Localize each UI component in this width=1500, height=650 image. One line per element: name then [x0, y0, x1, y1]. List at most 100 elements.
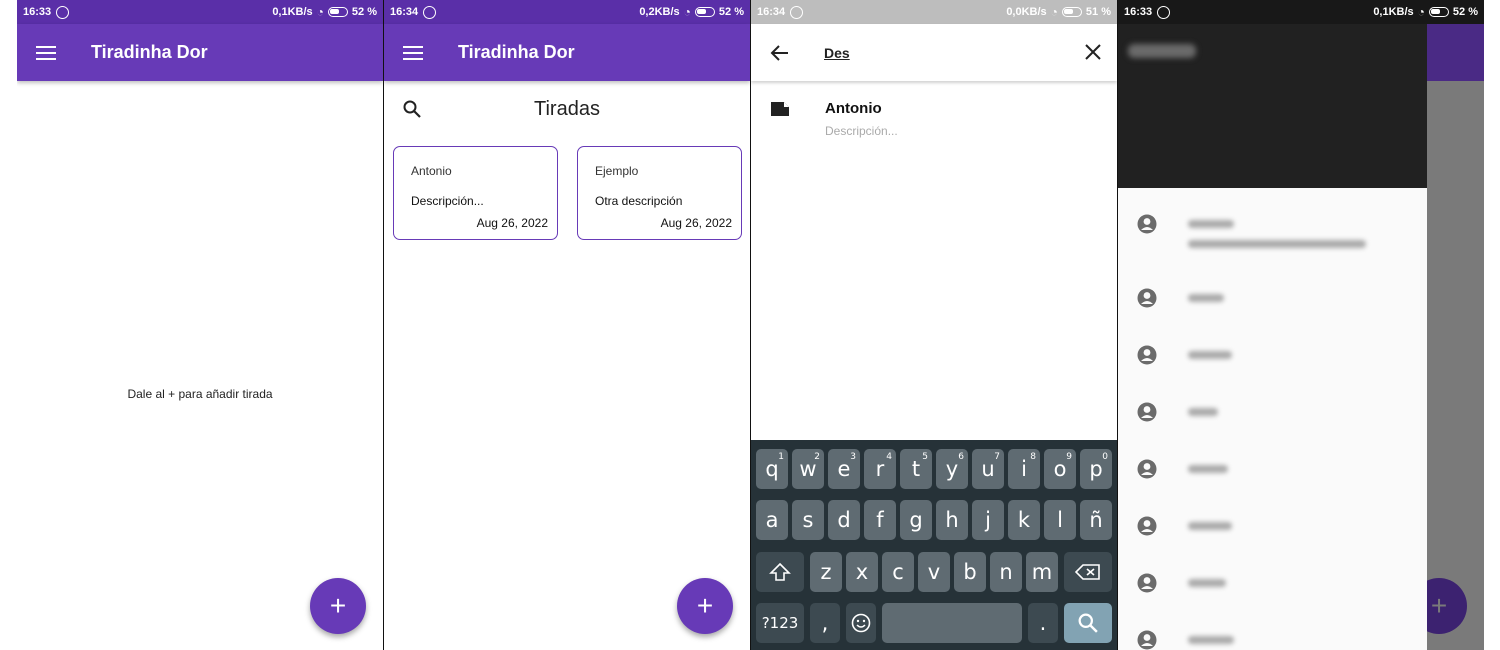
drawer-item-label-blurred: [1188, 294, 1224, 302]
status-bar: 16:33 0,1KB/s ◔ 52 %: [1118, 0, 1484, 24]
key-l[interactable]: l: [1044, 500, 1076, 540]
drawer-item[interactable]: [1118, 345, 1427, 395]
drawer-item[interactable]: [1118, 288, 1427, 338]
key-v[interactable]: v: [918, 552, 950, 592]
key-label: o: [1053, 457, 1067, 481]
whatsapp-icon: [1157, 5, 1171, 19]
account-circle-icon: [1137, 573, 1157, 593]
note-icon: [771, 102, 789, 116]
key-u[interactable]: u7: [972, 449, 1004, 489]
screen-tiradas: 16:34 0,2KB/s ◔ 52 % Tiradinha Dor Tirad…: [384, 0, 750, 650]
add-tirada-button[interactable]: +: [677, 578, 733, 634]
key-b[interactable]: b: [954, 552, 986, 592]
search-input[interactable]: Des: [824, 45, 850, 61]
key-hint: 8: [1030, 452, 1036, 462]
status-time: 16:34: [757, 6, 786, 18]
app-bar: Tiradinha Dor: [17, 24, 383, 81]
key-a[interactable]: a: [756, 500, 788, 540]
key-hint: 9: [1066, 452, 1072, 462]
drawer-item[interactable]: [1118, 630, 1427, 650]
key-hint: 2: [814, 452, 820, 462]
key-label: y: [945, 457, 959, 481]
app-title: Tiradinha Dor: [91, 42, 208, 62]
card-date: Aug 26, 2022: [660, 216, 732, 230]
drawer-item-label-blurred: [1188, 465, 1228, 473]
net-speed: 0,2KB/s: [639, 6, 680, 18]
search-result-item[interactable]: Antonio Descripción...: [751, 94, 1117, 144]
period-key[interactable]: .: [1028, 603, 1058, 643]
key-h[interactable]: h: [936, 500, 968, 540]
search-icon: [1078, 613, 1098, 633]
search-key[interactable]: [1064, 603, 1112, 643]
screen-search: 16:34 0,0KB/s ◔ 51 % Des Antonio Descrip…: [751, 0, 1117, 650]
backspace-key[interactable]: [1064, 552, 1112, 592]
net-speed: 0,0KB/s: [1006, 6, 1047, 18]
key-label: t: [911, 457, 921, 481]
account-circle-icon: [1137, 459, 1157, 479]
space-key[interactable]: [882, 603, 1022, 643]
back-arrow-icon[interactable]: [770, 43, 790, 63]
whatsapp-icon: [790, 5, 804, 19]
key-r[interactable]: r4: [864, 449, 896, 489]
key-label: u: [981, 457, 995, 481]
key-j[interactable]: j: [972, 500, 1004, 540]
key-p[interactable]: p0: [1080, 449, 1112, 489]
drawer-item-label-blurred: [1188, 220, 1234, 228]
card-description: Descripción...: [411, 194, 484, 208]
drawer-item[interactable]: [1118, 516, 1427, 566]
key-f[interactable]: f: [864, 500, 896, 540]
dimmed-app-bar: [1427, 24, 1484, 81]
shift-key[interactable]: [756, 552, 804, 592]
card-name: Ejemplo: [595, 164, 639, 178]
key-q[interactable]: q1: [756, 449, 788, 489]
key-o[interactable]: o9: [1044, 449, 1076, 489]
battery-icon: [1428, 7, 1449, 17]
key-s[interactable]: s: [792, 500, 824, 540]
wifi-icon: ◔: [1050, 5, 1058, 19]
comma-key[interactable]: ,: [810, 603, 840, 643]
drawer-item[interactable]: [1118, 214, 1427, 264]
key-label: i: [1021, 457, 1027, 481]
key-m[interactable]: m: [1026, 552, 1058, 592]
key-g[interactable]: g: [900, 500, 932, 540]
key-y[interactable]: y6: [936, 449, 968, 489]
net-speed: 0,1KB/s: [1373, 6, 1414, 18]
emoji-icon: [851, 613, 871, 633]
menu-icon[interactable]: [36, 45, 56, 60]
key-t[interactable]: t5: [900, 449, 932, 489]
card-name: Antonio: [411, 164, 452, 178]
status-time: 16:33: [1124, 6, 1153, 18]
add-tirada-button[interactable]: +: [310, 578, 366, 634]
close-icon[interactable]: [1085, 44, 1101, 60]
key-w[interactable]: w2: [792, 449, 824, 489]
key-hint: 0: [1102, 452, 1108, 462]
backspace-icon: [1075, 564, 1100, 580]
drawer-item-label-blurred: [1188, 351, 1232, 359]
menu-icon[interactable]: [403, 45, 423, 60]
key-ñ[interactable]: ñ: [1080, 500, 1112, 540]
battery-icon: [694, 7, 715, 17]
screen-drawer: 16:33 0,1KB/s ◔ 52 % +: [1118, 0, 1484, 650]
emoji-key[interactable]: [846, 603, 876, 643]
key-z[interactable]: z: [810, 552, 842, 592]
key-i[interactable]: i8: [1008, 449, 1040, 489]
drawer-item[interactable]: [1118, 573, 1427, 623]
drawer-item-label-blurred: [1188, 636, 1234, 644]
key-k[interactable]: k: [1008, 500, 1040, 540]
symbols-key[interactable]: ?123: [756, 603, 804, 643]
key-x[interactable]: x: [846, 552, 878, 592]
key-c[interactable]: c: [882, 552, 914, 592]
page-title: Tiradas: [534, 98, 600, 120]
account-circle-icon: [1137, 288, 1157, 308]
drawer-item[interactable]: [1118, 459, 1427, 509]
drawer-item[interactable]: [1118, 402, 1427, 452]
tirada-card[interactable]: Antonio Descripción... Aug 26, 2022: [393, 146, 558, 240]
key-n[interactable]: n: [990, 552, 1022, 592]
key-e[interactable]: e3: [828, 449, 860, 489]
navigation-drawer: [1118, 0, 1427, 650]
key-label: q: [765, 457, 779, 481]
key-d[interactable]: d: [828, 500, 860, 540]
account-circle-icon: [1137, 402, 1157, 422]
key-label: r: [875, 457, 885, 481]
tirada-card[interactable]: Ejemplo Otra descripción Aug 26, 2022: [577, 146, 742, 240]
